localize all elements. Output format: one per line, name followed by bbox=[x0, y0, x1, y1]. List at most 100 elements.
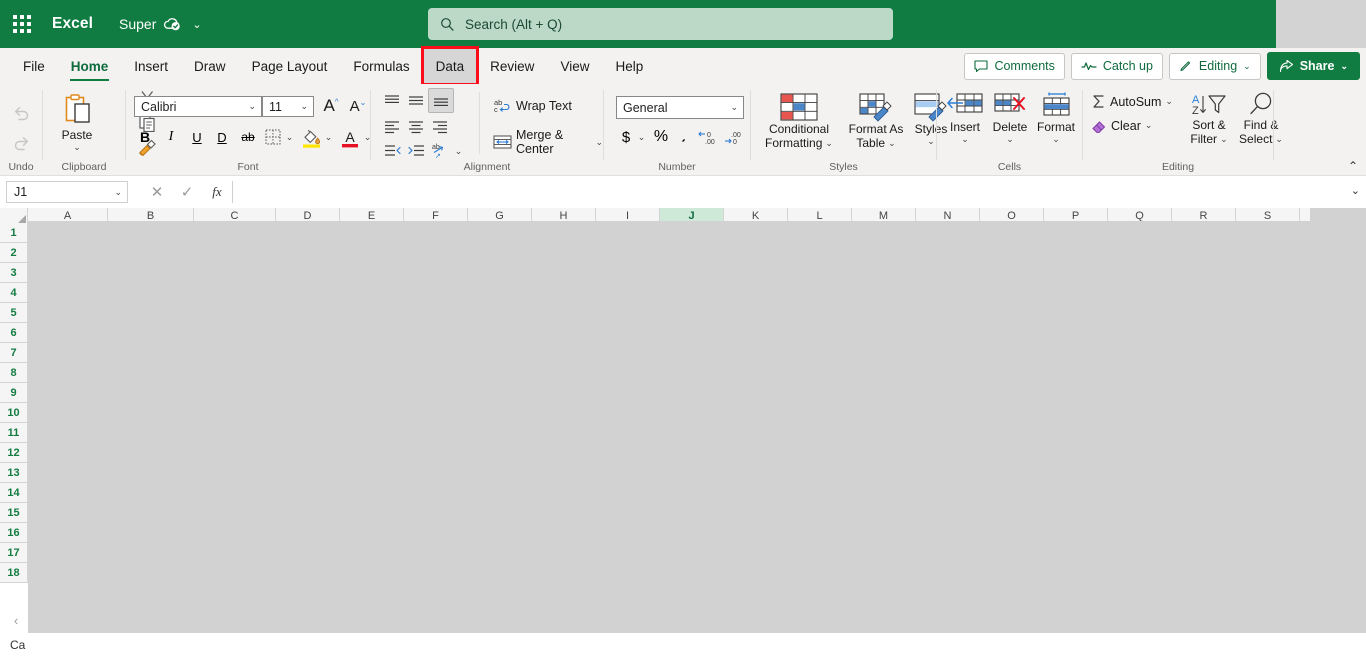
delete-cells-button[interactable]: Delete ⌄ bbox=[987, 88, 1033, 144]
eraser-icon bbox=[1091, 118, 1107, 133]
format-cells-button[interactable]: Format ⌄ bbox=[1033, 88, 1079, 144]
row-header-17[interactable]: 17 bbox=[0, 543, 28, 563]
paste-button[interactable]: Paste ⌄ bbox=[49, 90, 105, 152]
tab-draw-label: Draw bbox=[194, 58, 226, 74]
redo-button[interactable] bbox=[3, 128, 39, 158]
share-button[interactable]: Share ⌄ bbox=[1266, 52, 1360, 80]
double-underline-button[interactable]: D bbox=[211, 126, 233, 148]
expand-formula-bar-button[interactable]: ⌄ bbox=[1351, 184, 1360, 197]
underline-button[interactable]: U bbox=[186, 126, 208, 148]
search-input[interactable]: Search (Alt + Q) bbox=[428, 8, 893, 40]
row-header-13[interactable]: 13 bbox=[0, 463, 28, 483]
row-header-8[interactable]: 8 bbox=[0, 363, 28, 383]
autosave-cloud-icon bbox=[163, 16, 182, 32]
row-header-15[interactable]: 15 bbox=[0, 503, 28, 523]
percent-format-button[interactable]: % bbox=[650, 126, 672, 148]
align-left-button[interactable] bbox=[380, 116, 404, 137]
row-header-12[interactable]: 12 bbox=[0, 443, 28, 463]
row-header-16[interactable]: 16 bbox=[0, 523, 28, 543]
wrap-text-button[interactable]: ab c Wrap Text bbox=[493, 98, 572, 114]
orientation-caret-icon[interactable]: ⌄ bbox=[452, 142, 465, 160]
insert-function-button[interactable]: fx bbox=[202, 179, 232, 205]
tab-page-layout[interactable]: Page Layout bbox=[239, 48, 341, 84]
app-launcher-icon[interactable] bbox=[0, 0, 44, 48]
number-format-select[interactable]: General ⌄ bbox=[616, 96, 744, 119]
align-center-button[interactable] bbox=[404, 116, 428, 137]
cancel-entry-button[interactable]: ✕ bbox=[142, 179, 172, 205]
document-options-caret-icon[interactable]: ⌄ bbox=[192, 18, 201, 31]
row-header-1[interactable]: 1 bbox=[0, 223, 28, 243]
merge-center-button[interactable]: Merge & Center ⌄ bbox=[493, 128, 603, 156]
borders-caret-icon[interactable]: ⌄ bbox=[283, 128, 296, 146]
orientation-button[interactable]: ab ↗ bbox=[428, 140, 452, 161]
undo-button[interactable] bbox=[3, 98, 39, 128]
fill-color-button[interactable] bbox=[299, 126, 323, 150]
format-as-table-button[interactable]: Format As Table ⌄ bbox=[845, 88, 907, 150]
sort-filter-button[interactable]: A Z Sort & Filter ⌄ bbox=[1183, 88, 1235, 146]
document-name[interactable]: Super bbox=[119, 16, 156, 32]
align-right-button[interactable] bbox=[428, 116, 452, 137]
row-header-5[interactable]: 5 bbox=[0, 303, 28, 323]
tab-help[interactable]: Help bbox=[602, 48, 656, 84]
row-header-4[interactable]: 4 bbox=[0, 283, 28, 303]
tab-insert-label: Insert bbox=[134, 58, 169, 74]
align-top-button[interactable] bbox=[380, 90, 404, 111]
currency-caret-icon[interactable]: ⌄ bbox=[635, 128, 648, 146]
comma-format-button[interactable]: ͵ bbox=[674, 122, 694, 144]
decrease-indent-button[interactable] bbox=[380, 140, 404, 161]
increase-font-size-button[interactable]: A^ bbox=[318, 94, 344, 118]
increase-decimal-button[interactable]: .00 0 bbox=[722, 126, 748, 148]
formula-input[interactable] bbox=[232, 181, 1344, 203]
find-select-button[interactable]: Find & Select ⌄ bbox=[1235, 88, 1287, 146]
row-header-9[interactable]: 9 bbox=[0, 383, 28, 403]
row-header-2[interactable]: 2 bbox=[0, 243, 28, 263]
align-bottom-icon bbox=[433, 94, 449, 108]
ribbon-group-styles: Conditional Formatting ⌄ Format As Table… bbox=[751, 84, 947, 176]
previous-sheet-button[interactable]: ‹ bbox=[6, 607, 26, 633]
svg-text:A: A bbox=[345, 129, 355, 145]
name-box[interactable]: J1 ⌄ bbox=[6, 181, 128, 203]
autosum-button[interactable]: AutoSum ⌄ bbox=[1091, 94, 1173, 109]
row-header-11[interactable]: 11 bbox=[0, 423, 28, 443]
row-header-10[interactable]: 10 bbox=[0, 403, 28, 423]
select-all-button[interactable] bbox=[0, 208, 28, 223]
font-size-select[interactable]: 11 ⌄ bbox=[262, 96, 314, 117]
row-header-14[interactable]: 14 bbox=[0, 483, 28, 503]
tab-draw[interactable]: Draw bbox=[181, 48, 239, 84]
bold-button[interactable]: B bbox=[134, 126, 156, 148]
italic-button[interactable]: I bbox=[160, 126, 182, 148]
row-header-7[interactable]: 7 bbox=[0, 343, 28, 363]
tab-review[interactable]: Review bbox=[477, 48, 547, 84]
font-family-select[interactable]: Calibri ⌄ bbox=[134, 96, 262, 117]
insert-cells-button[interactable]: Insert ⌄ bbox=[942, 88, 988, 144]
tab-file[interactable]: File bbox=[10, 48, 58, 84]
confirm-entry-button[interactable]: ✓ bbox=[172, 179, 202, 205]
collapse-ribbon-button[interactable]: ⌃ bbox=[1348, 159, 1358, 173]
decrease-decimal-button[interactable]: 0 .00 bbox=[696, 126, 722, 148]
tab-home[interactable]: Home bbox=[58, 48, 122, 84]
comments-button[interactable]: Comments bbox=[964, 52, 1065, 80]
currency-format-button[interactable]: $ bbox=[617, 126, 635, 148]
increase-indent-button[interactable] bbox=[404, 140, 428, 161]
ribbon-group-font: Calibri ⌄ 11 ⌄ A^ A⌄ B I U D ab ⌄ ⌄ A ⌄ … bbox=[126, 84, 371, 176]
row-header-6[interactable]: 6 bbox=[0, 323, 28, 343]
row-header-3[interactable]: 3 bbox=[0, 263, 28, 283]
tab-data[interactable]: Data bbox=[420, 46, 480, 86]
tab-formulas[interactable]: Formulas bbox=[340, 48, 422, 84]
borders-button[interactable] bbox=[262, 126, 284, 148]
tab-view[interactable]: View bbox=[547, 48, 602, 84]
decrease-font-size-button[interactable]: A⌄ bbox=[345, 94, 371, 118]
fill-color-caret-icon[interactable]: ⌄ bbox=[322, 128, 335, 146]
conditional-formatting-button[interactable]: Conditional Formatting ⌄ bbox=[755, 88, 843, 150]
tab-insert[interactable]: Insert bbox=[121, 48, 181, 84]
catch-up-button[interactable]: Catch up bbox=[1070, 52, 1163, 80]
clear-button[interactable]: Clear ⌄ bbox=[1091, 118, 1152, 133]
tab-page-layout-label: Page Layout bbox=[251, 58, 328, 74]
editing-mode-button[interactable]: Editing ⌄ bbox=[1168, 52, 1261, 80]
align-bottom-button[interactable] bbox=[428, 88, 454, 113]
wrap-text-icon: ab c bbox=[493, 98, 512, 114]
strikethrough-button[interactable]: ab bbox=[236, 126, 260, 148]
align-middle-button[interactable] bbox=[404, 90, 428, 111]
font-color-button[interactable]: A bbox=[338, 126, 362, 150]
row-header-18[interactable]: 18 bbox=[0, 563, 28, 583]
